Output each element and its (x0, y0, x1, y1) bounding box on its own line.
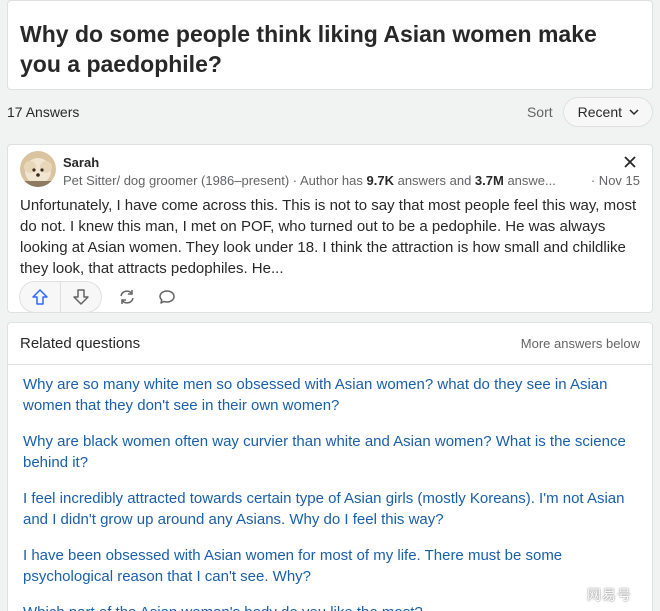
sort-group: Sort Recent (527, 97, 653, 127)
share-button[interactable] (112, 282, 142, 312)
upvote-icon (32, 289, 48, 305)
answer-card: Sarah Pet Sitter/ dog groomer (1986–pres… (7, 144, 653, 313)
sort-value: Recent (577, 104, 622, 120)
related-header: Related questions More answers below (8, 323, 652, 365)
related-question-link[interactable]: I have been obsessed with Asian women fo… (23, 545, 640, 587)
related-questions-card: Related questions More answers below Why… (7, 322, 653, 611)
related-question-link[interactable]: Why are so many white men so obsessed wi… (23, 374, 640, 416)
comment-icon (159, 290, 175, 304)
avatar[interactable] (20, 151, 56, 187)
author-row: Sarah Pet Sitter/ dog groomer (1986–pres… (20, 149, 640, 195)
views-count-value: 3.7M (474, 173, 504, 188)
related-question-link[interactable]: Which part of the Asian woman's body do … (23, 602, 640, 611)
vote-pill (19, 281, 102, 313)
chevron-down-icon (629, 109, 639, 116)
comment-button[interactable] (152, 282, 182, 312)
sort-label: Sort (526, 104, 553, 120)
action-bar (19, 281, 182, 313)
views-word: answe... (503, 173, 556, 188)
related-list: Why are so many white men so obsessed wi… (8, 365, 652, 611)
related-note: More answers below (520, 336, 640, 351)
answers-word: answers and (393, 173, 475, 188)
related-question-link[interactable]: Why are black women often way curvier th… (23, 431, 640, 473)
answer-text[interactable]: Unfortunately, I have come across this. … (20, 195, 640, 279)
page: Why do some people think liking Asian wo… (0, 0, 660, 611)
answers-count-value: 9.7K (366, 173, 394, 188)
answers-bar: 17 Answers Sort Recent (7, 97, 653, 127)
question-card: Why do some people think liking Asian wo… (7, 0, 653, 90)
related-title: Related questions (20, 335, 141, 352)
upvote-button[interactable] (20, 282, 60, 312)
share-icon (120, 290, 134, 304)
question-title[interactable]: Why do some people think liking Asian wo… (20, 19, 640, 79)
answers-count: 17 Answers (7, 104, 80, 120)
author-name[interactable]: Sarah (63, 155, 99, 170)
downvote-icon (73, 289, 89, 305)
related-question-link[interactable]: I feel incredibly attracted towards cert… (23, 488, 640, 530)
answer-date[interactable]: · Nov 15 (591, 173, 640, 188)
watermark: 网易号 (587, 587, 632, 603)
credential-text: Pet Sitter/ dog groomer (1986–present) ·… (63, 173, 367, 188)
close-icon[interactable] (622, 154, 638, 170)
sort-dropdown[interactable]: Recent (562, 97, 653, 127)
downvote-button[interactable] (61, 282, 101, 312)
author-credentials: Pet Sitter/ dog groomer (1986–present) ·… (63, 173, 556, 188)
